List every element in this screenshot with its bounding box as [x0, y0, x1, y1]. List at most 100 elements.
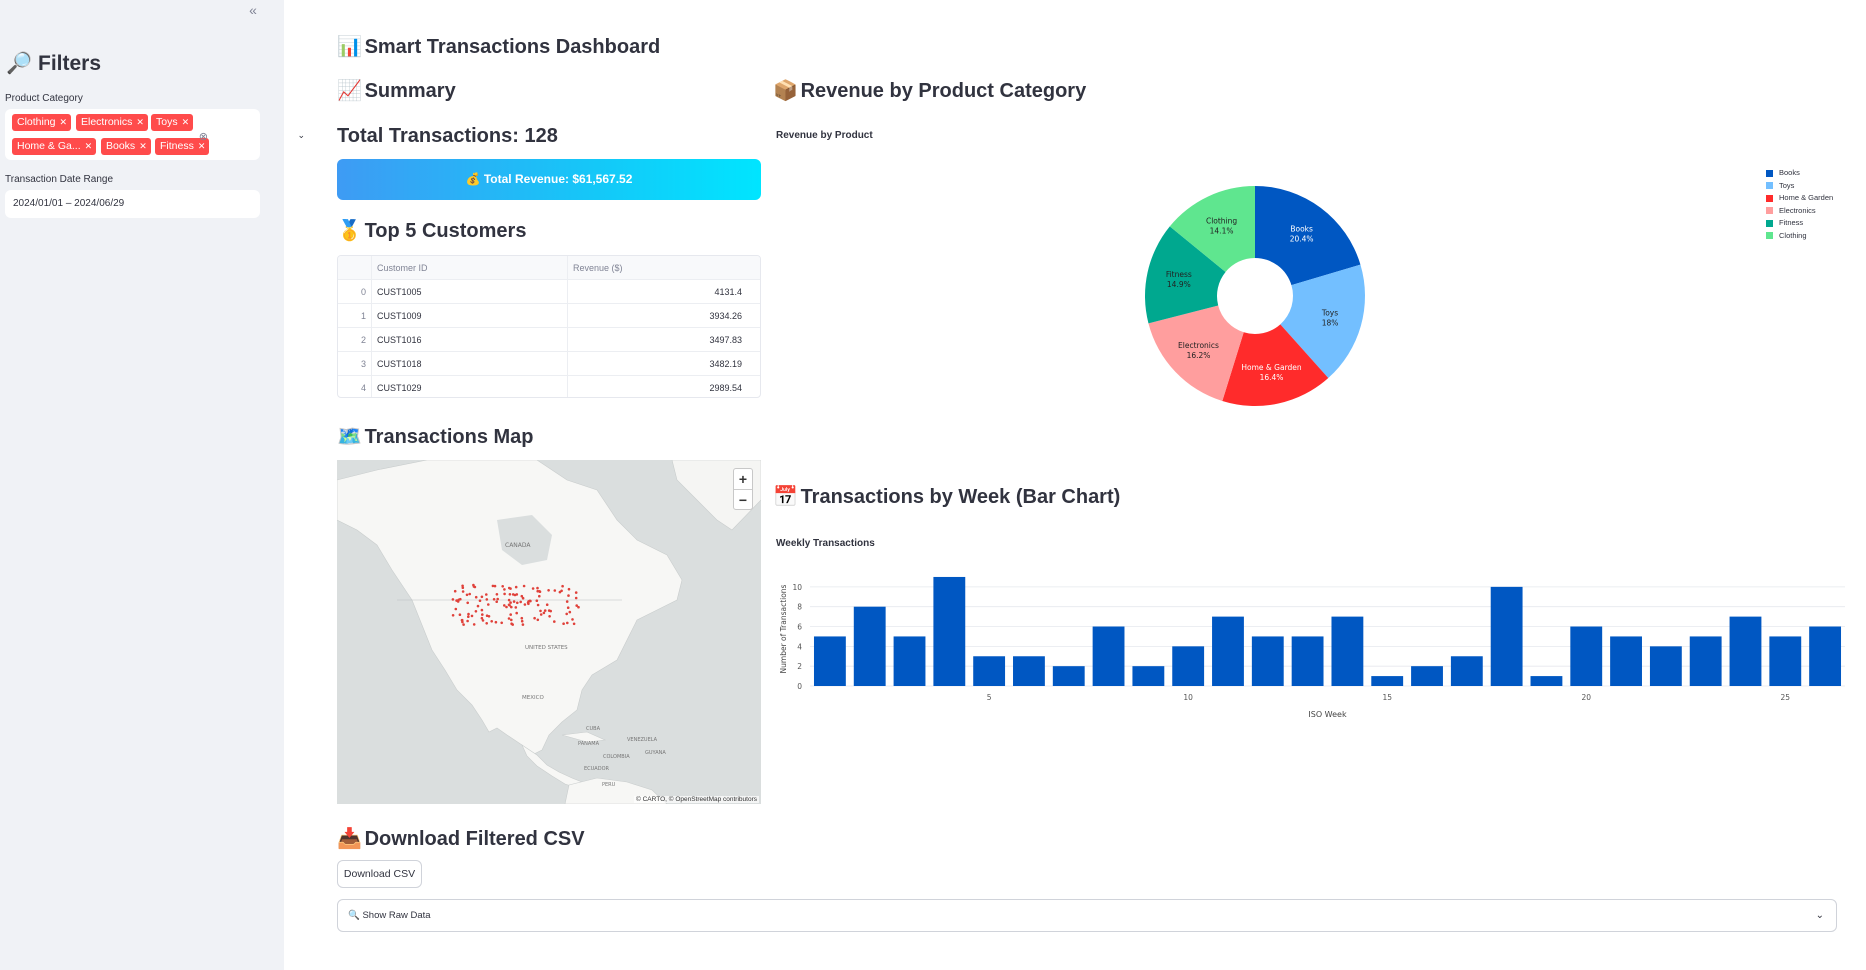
- bar[interactable]: [1570, 626, 1603, 686]
- category-tag[interactable]: Toys ✕: [151, 114, 194, 131]
- bar[interactable]: [1610, 636, 1642, 686]
- remove-tag-icon: ✕: [136, 117, 144, 127]
- zoom-in-button[interactable]: +: [734, 469, 752, 489]
- transaction-point: [455, 599, 458, 602]
- bar[interactable]: [1729, 616, 1762, 686]
- legend-label: Electronics: [1779, 205, 1816, 215]
- bar[interactable]: [1689, 636, 1722, 686]
- transaction-point: [468, 592, 471, 596]
- transaction-point: [513, 593, 517, 597]
- transaction-point: [538, 594, 541, 598]
- transaction-point: [451, 614, 455, 617]
- x-tick-label: 10: [1183, 693, 1193, 702]
- table-row[interactable]: 4 CUST1029 2989.54: [338, 376, 760, 397]
- column-header[interactable]: Customer ID: [371, 256, 567, 280]
- weekly-heading: 📅 Transactions by Week (Bar Chart): [773, 486, 1121, 508]
- table-row[interactable]: 0 CUST1005 4131.4: [338, 280, 760, 304]
- legend-item[interactable]: Books: [1766, 167, 1833, 180]
- bar[interactable]: [1490, 586, 1523, 686]
- transaction-point: [533, 616, 536, 620]
- bar[interactable]: [1649, 646, 1682, 686]
- transaction-point: [547, 589, 550, 592]
- product-category-multiselect[interactable]: Clothing ✕ Electronics ✕ Toys ✕ Home & Ga..…: [5, 109, 305, 160]
- bar[interactable]: [1809, 626, 1842, 686]
- map-attribution[interactable]: © CARTO, © OpenStreetMap contributors: [634, 796, 759, 803]
- legend-item[interactable]: Electronics: [1766, 205, 1833, 218]
- transaction-point: [460, 618, 464, 622]
- bar[interactable]: [1092, 626, 1125, 686]
- transaction-point: [503, 604, 506, 607]
- transactions-map[interactable]: CANADA UNITED STATES MEXICO CUBA PANAMA …: [337, 460, 761, 804]
- bar[interactable]: [853, 606, 886, 686]
- bar[interactable]: [1371, 676, 1404, 686]
- transaction-point: [510, 605, 513, 609]
- x-tick-label: 25: [1781, 693, 1791, 702]
- transaction-point: [481, 613, 484, 616]
- transaction-point: [507, 598, 511, 602]
- transaction-point: [461, 590, 465, 593]
- transaction-point: [467, 612, 470, 616]
- x-tick-label: 15: [1382, 693, 1392, 702]
- transaction-point: [520, 619, 524, 623]
- bar[interactable]: [1172, 646, 1205, 686]
- map-canvas[interactable]: CANADA UNITED STATES MEXICO CUBA PANAMA …: [337, 460, 761, 804]
- weekly-bar-chart[interactable]: 0 2 4 6 8 10 5 10 15 20 25 ISO Week Number of Transa…: [770, 565, 1850, 725]
- bar[interactable]: [1291, 636, 1324, 686]
- bar[interactable]: [1251, 636, 1284, 686]
- transaction-point: [461, 586, 465, 589]
- legend-swatch: [1766, 232, 1773, 240]
- bar[interactable]: [1013, 656, 1045, 686]
- date-range-input[interactable]: 2024/01/01 – 2024/06/29: [5, 190, 260, 218]
- transaction-point: [539, 613, 543, 616]
- legend-item[interactable]: Clothing: [1766, 230, 1833, 243]
- transaction-point: [503, 588, 506, 591]
- bar[interactable]: [1530, 676, 1563, 686]
- category-tag[interactable]: Clothing ✕: [12, 114, 72, 131]
- trend-icon: 📈: [337, 80, 362, 102]
- category-tag[interactable]: Books ✕: [101, 138, 151, 155]
- collapse-sidebar-icon[interactable]: «: [243, 2, 263, 20]
- top-customers-table[interactable]: Customer ID Revenue ($) 0 CUST1005 4131.…: [337, 255, 761, 398]
- chevron-down-icon[interactable]: ⌄: [1816, 900, 1824, 931]
- bar[interactable]: [1331, 616, 1364, 686]
- legend-item[interactable]: Fitness: [1766, 217, 1833, 230]
- bar[interactable]: [893, 636, 926, 686]
- bar[interactable]: [813, 636, 846, 686]
- x-axis-label: ISO Week: [1308, 710, 1347, 719]
- map-label: PANAMA: [578, 741, 600, 747]
- table-row[interactable]: 3 CUST1018 3482.19: [338, 352, 760, 376]
- legend-swatch: [1766, 194, 1773, 202]
- pie-legend[interactable]: Books Toys Home & Garden Electronics Fitness…: [1766, 167, 1833, 242]
- map-label: GUYANA: [645, 750, 666, 756]
- revenue-pie-chart[interactable]: Books20.4% Toys18% Home & Garden16.4% Elect…: [1100, 150, 1400, 440]
- transaction-point: [553, 620, 556, 623]
- transaction-point: [547, 609, 551, 612]
- bar[interactable]: [1411, 666, 1443, 686]
- bar[interactable]: [973, 656, 1006, 686]
- table-row[interactable]: 1 CUST1009 3934.26: [338, 304, 760, 328]
- pie-slice-value: 16.4%: [1260, 373, 1284, 382]
- legend-swatch: [1766, 182, 1773, 190]
- category-tag[interactable]: Electronics ✕: [76, 114, 148, 131]
- category-tag[interactable]: Home & Ga... ✕: [12, 138, 97, 155]
- bar[interactable]: [1212, 616, 1244, 686]
- column-header[interactable]: Revenue ($): [567, 256, 760, 280]
- bar[interactable]: [1450, 656, 1483, 686]
- bar[interactable]: [1132, 666, 1165, 686]
- transaction-point: [480, 608, 484, 612]
- bar[interactable]: [1769, 636, 1802, 686]
- zoom-out-button[interactable]: −: [734, 489, 752, 509]
- pie-slice-value: 14.1%: [1210, 227, 1234, 236]
- pie-slice-value: 20.4%: [1290, 234, 1314, 243]
- filters-heading: 🔎 Filters: [6, 52, 101, 76]
- clear-all-icon[interactable]: ⊗: [199, 130, 208, 143]
- transaction-point: [472, 583, 475, 587]
- table-row[interactable]: 2 CUST1016 3497.83: [338, 328, 760, 352]
- bar[interactable]: [1052, 666, 1085, 686]
- chevron-down-icon[interactable]: ⌄: [297, 130, 305, 141]
- bar[interactable]: [933, 576, 966, 686]
- legend-item[interactable]: Home & Garden: [1766, 192, 1833, 205]
- download-csv-button[interactable]: Download CSV: [337, 860, 422, 888]
- legend-item[interactable]: Toys: [1766, 180, 1833, 193]
- show-raw-data-expander[interactable]: 🔍 Show Raw Data ⌄: [337, 899, 1837, 932]
